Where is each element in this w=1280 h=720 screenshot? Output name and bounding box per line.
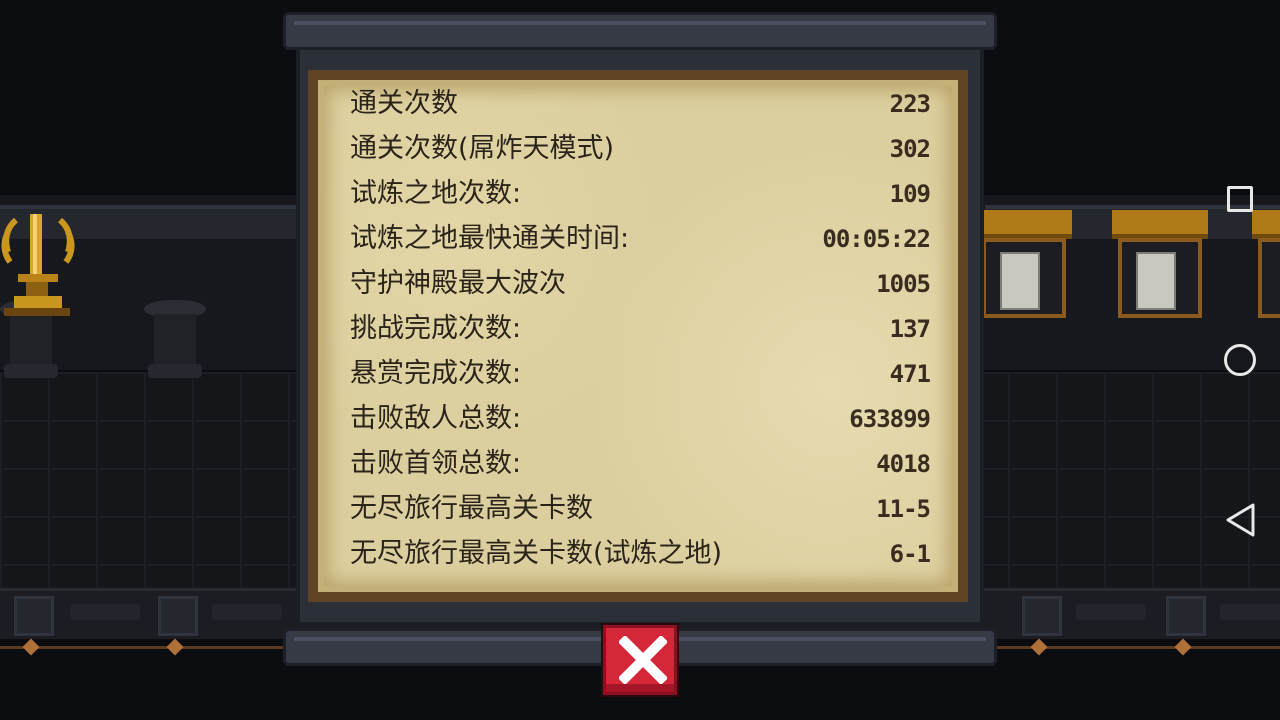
stat-value: 137 [889,315,931,343]
home-icon[interactable] [1224,344,1256,376]
stat-label: 击败敌人总数: [350,403,522,434]
rail-ornament [1174,638,1192,656]
stat-value: 223 [889,90,931,118]
stat-label: 击败首领总数: [350,448,522,479]
stat-value: 4018 [876,450,931,478]
stat-row: 挑战完成次数: 137 [350,309,931,349]
floor-bar [70,604,140,620]
stat-value: 302 [889,135,931,163]
pillar [144,300,206,380]
back-icon[interactable] [1224,502,1258,538]
stat-label: 守护神殿最大波次 [350,268,566,299]
game-scene: 通关次数 223 通关次数(屌炸天模式) 302 试炼之地次数: 109 试炼之… [0,0,1280,720]
stat-row: 守护神殿最大波次 1005 [350,264,931,304]
stat-row: 通关次数 223 [350,84,931,124]
rail-ornament [1030,638,1048,656]
floor-slot [1022,596,1062,636]
close-x-icon [619,636,667,684]
stat-label: 通关次数 [350,88,458,119]
stat-row: 无尽旅行最高关卡数 11-5 [350,489,931,529]
stat-row: 击败首领总数: 4018 [350,444,931,484]
floor-bar [1220,604,1280,620]
stat-value: 471 [889,360,931,388]
stat-row: 击败敌人总数: 633899 [350,399,931,439]
stat-row: 无尽旅行最高关卡数(试炼之地) 6-1 [350,534,931,574]
stat-value: 109 [889,180,931,208]
stat-row: 试炼之地最快通关时间: 00:05:22 [350,219,931,259]
wall-poster-frame [1112,210,1208,318]
floor-slot [158,596,198,636]
floor-slot [1166,596,1206,636]
scroll-top-rod [283,12,997,50]
sword-trophy-icon[interactable] [0,212,76,318]
stat-label: 悬赏完成次数: [350,358,522,389]
stat-label: 无尽旅行最高关卡数 [350,493,593,524]
stat-row: 悬赏完成次数: 471 [350,354,931,394]
rail-ornament [22,638,40,656]
stat-label: 挑战完成次数: [350,313,522,344]
stat-value: 00:05:22 [822,225,931,253]
stat-row: 通关次数(屌炸天模式) 302 [350,129,931,169]
floor-bar [1076,604,1146,620]
stat-label: 试炼之地最快通关时间: [350,223,630,254]
rail-ornament [166,638,184,656]
floor-bar [212,604,282,620]
floor-slot [14,596,54,636]
stat-label: 通关次数(屌炸天模式) [350,133,615,164]
stat-row: 试炼之地次数: 109 [350,174,931,214]
stat-label: 试炼之地次数: [350,178,522,209]
close-button[interactable] [603,625,677,695]
wall-poster-frame [976,210,1072,318]
stat-value: 1005 [876,270,931,298]
recent-apps-icon[interactable] [1227,186,1253,212]
wall-poster-frame [1252,210,1280,318]
stat-value: 11-5 [876,495,931,523]
stat-label: 无尽旅行最高关卡数(试炼之地) [350,538,723,569]
stat-value: 633899 [849,405,931,433]
stat-value: 6-1 [889,540,931,568]
